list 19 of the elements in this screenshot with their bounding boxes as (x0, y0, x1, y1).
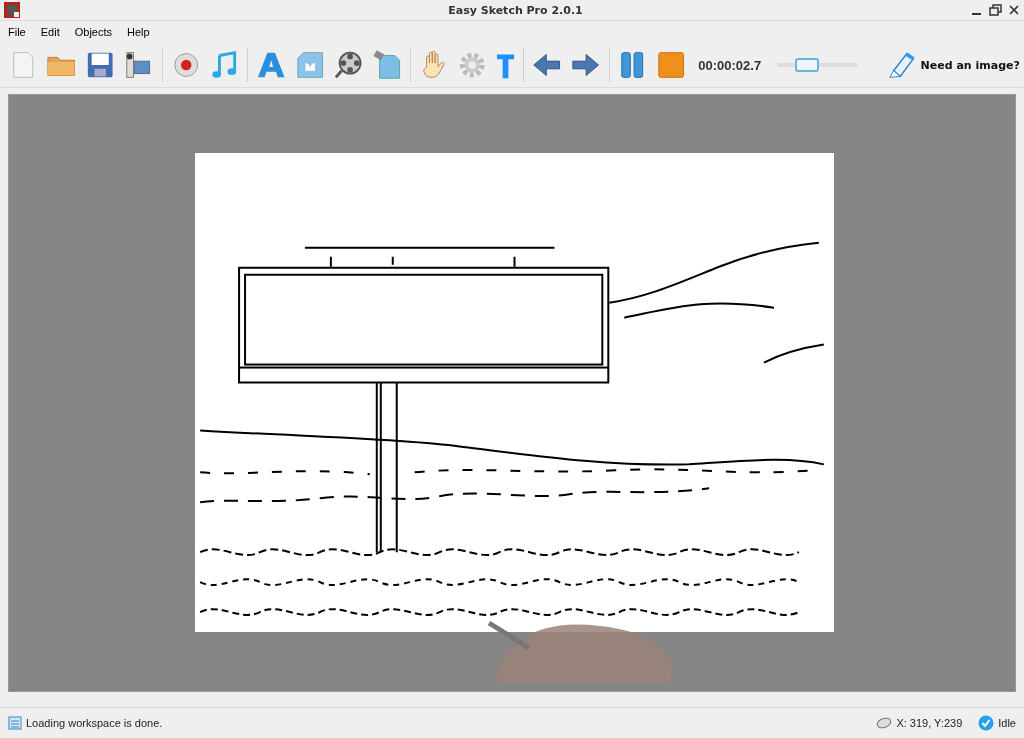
workspace-icon (8, 716, 22, 730)
slider-thumb[interactable] (795, 58, 820, 72)
stop-icon[interactable] (655, 49, 687, 81)
cursor-coordinates: X: 319, Y:239 (896, 717, 963, 729)
menu-item[interactable]: File (8, 26, 26, 38)
window-title: Easy Sketch Pro 2.0.1 (447, 3, 584, 17)
restore-icon[interactable] (989, 3, 1002, 17)
status-message: Loading workspace is done. (26, 717, 163, 729)
image-file-icon[interactable] (294, 49, 326, 81)
film-reel-icon[interactable] (333, 49, 364, 81)
menu-item[interactable]: Edit (40, 26, 60, 38)
close-icon[interactable] (1008, 4, 1020, 16)
menu-item[interactable]: Help (127, 26, 150, 38)
check-circle-icon (978, 715, 995, 731)
time-display: 00:00:02.7 (698, 57, 762, 73)
mouse-icon (876, 717, 893, 729)
need-image-link[interactable]: Need an image? (920, 58, 1020, 72)
menu-item[interactable]: Objects (74, 26, 112, 38)
status-state: Idle (998, 717, 1016, 729)
